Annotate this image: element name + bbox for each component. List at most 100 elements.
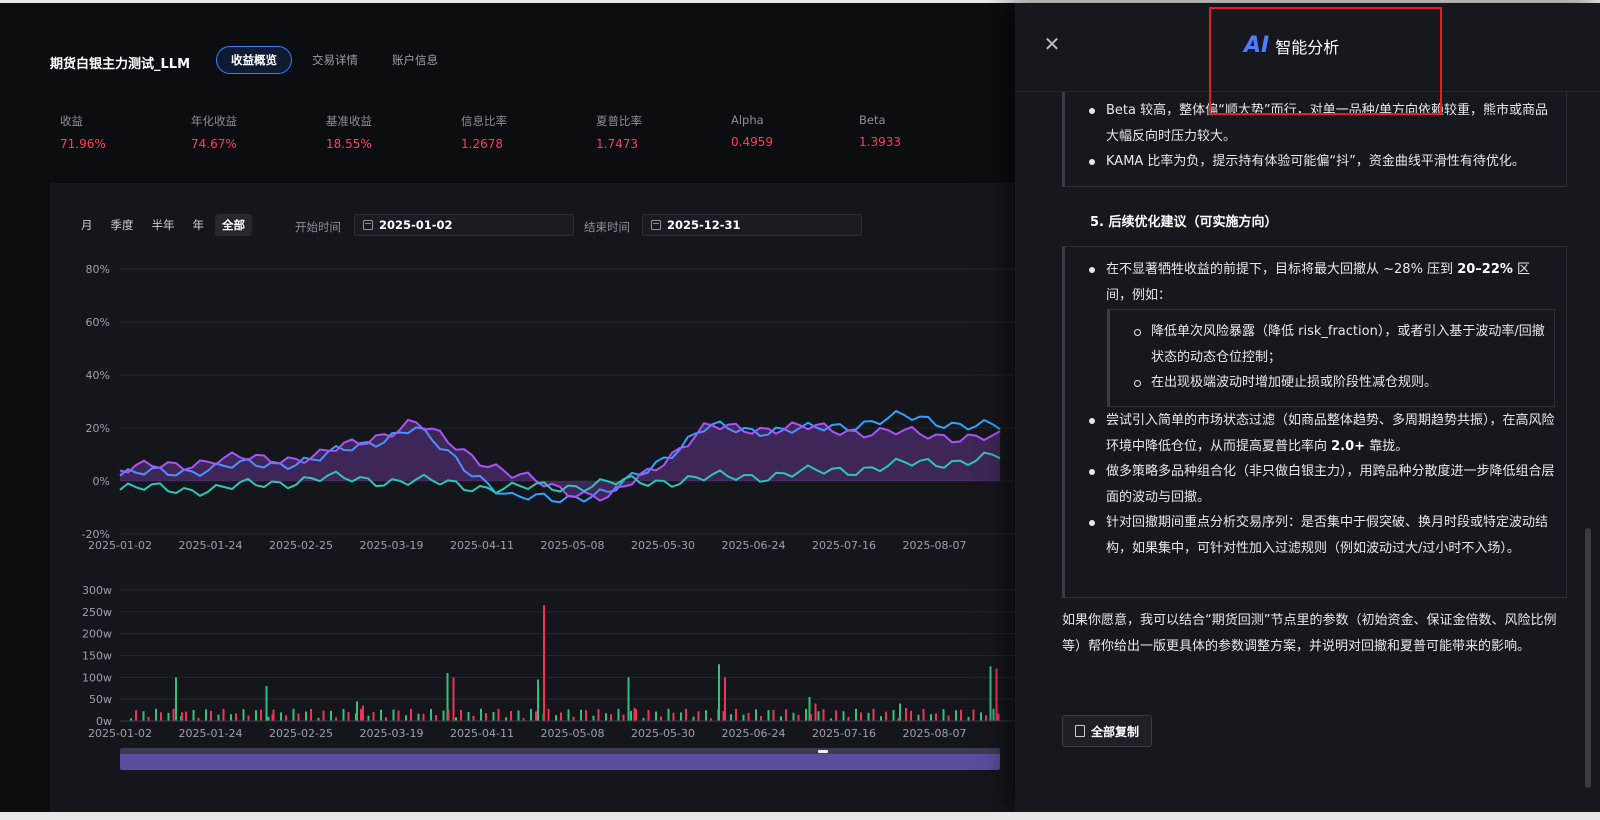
circle-bullet-icon bbox=[1134, 329, 1141, 336]
y-tick-label: 40% bbox=[86, 369, 110, 382]
volume-bar bbox=[260, 709, 262, 721]
volume-bar bbox=[347, 711, 350, 721]
volume-bar bbox=[627, 677, 630, 721]
volume-bar bbox=[285, 715, 287, 721]
volume-bar bbox=[917, 714, 920, 721]
volume-bar bbox=[175, 677, 177, 721]
volume-bar bbox=[797, 714, 800, 721]
volume-bar bbox=[342, 708, 345, 721]
bullet-icon bbox=[1089, 469, 1095, 475]
y-tick-label: 300w bbox=[82, 584, 112, 597]
sub-list-text: 在出现极端波动时增加硬止损或阶段性减仓规则。 bbox=[1151, 375, 1438, 390]
volume-bar bbox=[610, 714, 612, 721]
volume-bar bbox=[272, 709, 275, 721]
volume-bar bbox=[367, 715, 370, 721]
performance-charts: 80%60%40%20%0%-20%2025-01-02 2025-01-24 20… bbox=[82, 263, 1015, 740]
volume-bar bbox=[255, 710, 257, 721]
volume-bar bbox=[722, 711, 725, 721]
volume-bar bbox=[405, 715, 407, 721]
volume-bar bbox=[647, 710, 650, 721]
volume-bar bbox=[242, 709, 245, 721]
volume-bar bbox=[155, 708, 157, 721]
volume-bar bbox=[760, 716, 762, 721]
volume-bar bbox=[885, 711, 887, 721]
volume-bar bbox=[410, 709, 412, 721]
volume-bar bbox=[362, 705, 364, 721]
volume-bar bbox=[742, 714, 745, 721]
list-item-text: 在不显著牺牲收益的前提下，目标将最大回撤从 ~28% 压到 bbox=[1106, 262, 1458, 277]
volume-bar bbox=[455, 717, 457, 721]
x-tick-label: 2025-07-16 bbox=[812, 727, 876, 740]
volume-bar bbox=[992, 708, 995, 721]
y-tick-label: 80% bbox=[86, 263, 110, 276]
sub-list-item: 在出现极端波动时增加硬止损或阶段性减仓规则。 bbox=[1134, 370, 1546, 396]
y-tick-label: 50w bbox=[89, 693, 112, 706]
volume-bar bbox=[835, 710, 837, 721]
volume-bar bbox=[822, 709, 825, 721]
sub-list-item: 降低单次风险暴露（降低 risk_fraction），或者引入基于波动率/回撤状… bbox=[1134, 319, 1546, 371]
volume-bar bbox=[935, 713, 937, 721]
volume-bar bbox=[380, 709, 382, 721]
volume-bar bbox=[660, 716, 662, 721]
volume-bar bbox=[780, 716, 782, 721]
volume-bar bbox=[467, 711, 470, 721]
volume-bar bbox=[181, 712, 183, 721]
volume-bar bbox=[792, 712, 795, 721]
close-icon[interactable]: ✕ bbox=[1043, 34, 1061, 54]
volume-bar bbox=[547, 708, 550, 721]
sub-list-block: 降低单次风险暴露（降低 risk_fraction），或者引入基于波动率/回撤状… bbox=[1107, 309, 1555, 407]
volume-bar bbox=[230, 714, 232, 721]
list-item: 在不显著牺牲收益的前提下，目标将最大回撤从 ~28% 压到 20–22% 区间，… bbox=[1089, 257, 1556, 309]
volume-bar bbox=[543, 605, 545, 721]
volume-bar bbox=[572, 716, 575, 721]
x-tick-label: 2025-02-25 bbox=[269, 727, 333, 740]
volume-bar bbox=[385, 717, 387, 721]
volume-bar bbox=[330, 710, 332, 721]
volume-bar bbox=[842, 711, 845, 721]
copy-all-button[interactable]: 全部复制 bbox=[1062, 715, 1153, 747]
volume-bar bbox=[635, 709, 637, 721]
list-item: KAMA 比率为负，提示持有体验可能偏“抖”，资金曲线平滑性有待优化。 bbox=[1089, 149, 1556, 175]
volume-bar bbox=[692, 716, 695, 721]
volume-bar bbox=[167, 712, 170, 721]
strategy-area bbox=[120, 419, 1000, 501]
volume-bar bbox=[480, 708, 482, 721]
volume-bar bbox=[322, 710, 325, 721]
volume-bar bbox=[680, 712, 682, 721]
x-tick-label: 2025-05-08 bbox=[541, 727, 605, 740]
volume-bar bbox=[905, 707, 907, 721]
volume-bar bbox=[392, 709, 395, 721]
volume-bar bbox=[910, 710, 912, 721]
x-tick-label: 2025-01-24 bbox=[179, 727, 243, 740]
bullet-icon bbox=[1089, 159, 1095, 165]
slider-handle-icon[interactable] bbox=[818, 750, 828, 753]
bottom-strip bbox=[0, 812, 1600, 820]
volume-bar bbox=[192, 709, 195, 721]
volume-bar bbox=[922, 708, 925, 721]
volume-bar bbox=[297, 713, 300, 721]
volume-bar bbox=[817, 711, 820, 721]
y-tick-label: 100w bbox=[82, 671, 112, 684]
sub-list-text: 降低单次风险暴露（降低 risk_fraction），或者引入基于波动率/回撤状… bbox=[1151, 324, 1545, 365]
zoom-slider[interactable] bbox=[120, 748, 1000, 770]
volume-bar bbox=[972, 709, 975, 721]
volume-bar bbox=[985, 715, 987, 721]
x-tick-label: 2025-06-24 bbox=[722, 539, 786, 552]
y-tick-label: 0% bbox=[93, 475, 110, 488]
volume-bar bbox=[785, 709, 787, 721]
volume-bar bbox=[510, 710, 512, 721]
y-tick-label: 60% bbox=[86, 316, 110, 329]
volume-bar bbox=[430, 709, 432, 721]
drawer-scrollbar[interactable] bbox=[1585, 528, 1591, 788]
bullet-icon bbox=[1089, 267, 1095, 273]
volume-bar bbox=[872, 708, 875, 721]
volume-bar bbox=[597, 709, 600, 721]
volume-bar bbox=[447, 709, 450, 721]
section-heading: 5. 后续优化建议（可实施方向） bbox=[1090, 211, 1278, 230]
volume-bar bbox=[567, 709, 570, 721]
volume-bar bbox=[555, 715, 557, 721]
volume-bar bbox=[422, 713, 425, 721]
volume-bar bbox=[717, 709, 720, 721]
drawer-title-group: AI 智能分析 bbox=[1244, 33, 1339, 58]
volume-bar bbox=[772, 709, 775, 721]
